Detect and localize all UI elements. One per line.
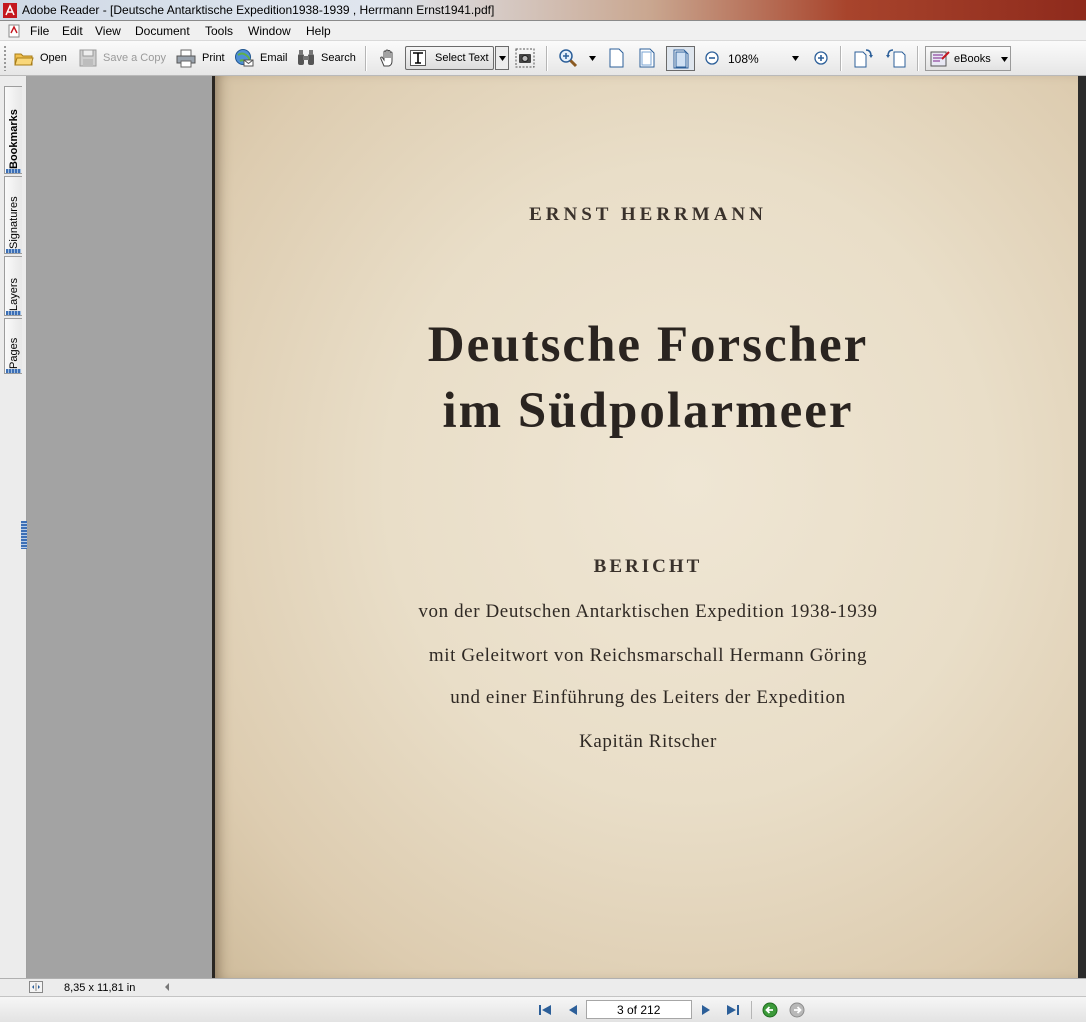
rotate-clockwise-icon[interactable] (853, 48, 873, 68)
text-cursor-icon (410, 50, 426, 66)
document-view[interactable]: ERNST HERRMANN Deutsche Forscher im Südp… (27, 76, 1086, 978)
tab-signatures-label: Signatures (8, 196, 20, 249)
print-button[interactable]: Print (202, 52, 225, 64)
page-navigation-bar: 3 of 212 (0, 996, 1086, 1022)
menu-file[interactable]: File (30, 24, 49, 38)
chevron-down-icon[interactable] (792, 56, 799, 61)
toolbar: Open Save a Copy Print Email Search Sele… (0, 41, 1086, 76)
window-title: Adobe Reader - [Deutsche Antarktische Ex… (22, 3, 495, 17)
tab-grip (6, 311, 21, 315)
book-author: ERNST HERRMANN (529, 204, 767, 225)
menu-bar: File Edit View Document Tools Window Hel… (0, 21, 1086, 41)
fit-width-button[interactable] (666, 46, 695, 71)
book-title-line-2: im Südpolarmeer (442, 383, 854, 439)
chevron-down-icon (499, 56, 506, 61)
tab-bookmarks-label: Bookmarks (8, 109, 20, 169)
hand-tool-icon[interactable] (378, 48, 398, 68)
page-indicator: 3 of 212 (617, 1003, 661, 1017)
tab-pages[interactable]: Pages (4, 318, 22, 374)
zoom-value: 108% (728, 52, 759, 66)
zoom-out-icon[interactable] (702, 48, 722, 68)
snapshot-camera-icon[interactable] (515, 48, 535, 68)
fit-width-icon (673, 49, 689, 69)
open-button[interactable]: Open (40, 52, 67, 64)
actual-size-page-icon[interactable] (606, 48, 626, 68)
zoom-tool-dropdown-icon[interactable] (589, 56, 596, 61)
menu-edit[interactable]: Edit (62, 24, 83, 38)
tab-grip (6, 249, 21, 253)
zoom-in-icon[interactable] (811, 48, 831, 68)
toolbar-grip[interactable] (4, 46, 6, 71)
email-button[interactable]: Email (260, 52, 288, 64)
select-text-dropdown[interactable] (495, 46, 509, 70)
binoculars-icon[interactable] (296, 48, 316, 68)
tab-signatures[interactable]: Signatures (4, 176, 22, 254)
tab-grip (6, 169, 21, 173)
ebooks-label: eBooks (954, 53, 991, 65)
status-bar: 8,35 x 11,81 in (0, 978, 1086, 996)
page-size-readout: 8,35 x 11,81 in (64, 982, 136, 994)
pdf-page: ERNST HERRMANN Deutsche Forscher im Südp… (212, 76, 1078, 978)
toolbar-separator (365, 46, 367, 71)
zoom-in-magnifier-icon[interactable] (558, 48, 578, 68)
go-forward-icon (789, 1002, 805, 1018)
menu-help[interactable]: Help (306, 24, 331, 38)
open-folder-icon[interactable] (14, 48, 34, 68)
tab-bookmarks[interactable]: Bookmarks (4, 86, 22, 174)
navigation-pane-toggle-icon[interactable] (29, 981, 43, 993)
report-heading: BERICHT (593, 556, 703, 577)
select-text-button[interactable]: Select Text (405, 46, 494, 70)
rotate-counterclockwise-icon[interactable] (886, 48, 906, 68)
save-disk-icon (79, 49, 97, 67)
toolbar-separator (546, 46, 548, 71)
book-title-line-1: Deutsche Forscher (427, 317, 869, 373)
page-shadow-edge (1078, 76, 1086, 978)
tab-layers[interactable]: Layers (4, 256, 22, 316)
page-number-field[interactable]: 3 of 212 (586, 1000, 692, 1019)
select-text-label: Select Text (435, 52, 489, 64)
save-a-copy-button[interactable]: Save a Copy (103, 52, 166, 64)
toolbar-separator (917, 46, 919, 71)
printer-icon[interactable] (176, 48, 196, 68)
toolbar-separator (840, 46, 842, 71)
search-button[interactable]: Search (321, 52, 356, 64)
next-page-icon[interactable] (698, 1002, 714, 1018)
adobe-reader-icon (3, 3, 17, 18)
subtitle-line-2: mit Geleitwort von Reichsmarschall Herma… (428, 645, 868, 666)
first-page-icon[interactable] (537, 1002, 553, 1018)
ebook-icon (930, 51, 950, 67)
previous-page-icon[interactable] (565, 1002, 581, 1018)
tab-grip (6, 369, 21, 373)
last-page-icon[interactable] (725, 1002, 741, 1018)
subtitle-line-1: von der Deutschen Antarktischen Expediti… (418, 601, 878, 622)
scroll-left-arrow-icon[interactable] (163, 982, 171, 992)
chevron-down-icon (1001, 57, 1008, 62)
subtitle-line-3: und einer Einführung des Leiters der Exp… (450, 687, 846, 708)
nav-separator (751, 1001, 752, 1019)
ebooks-button[interactable]: eBooks (925, 46, 1011, 71)
menu-window[interactable]: Window (248, 24, 291, 38)
zoom-level-field[interactable]: 108% (726, 51, 806, 67)
go-back-icon[interactable] (762, 1002, 778, 1018)
menu-document[interactable]: Document (135, 24, 190, 38)
email-globe-icon[interactable] (234, 48, 254, 68)
menu-tools[interactable]: Tools (205, 24, 233, 38)
tab-pages-label: Pages (8, 337, 20, 369)
tab-layers-label: Layers (8, 277, 20, 311)
menu-view[interactable]: View (95, 24, 121, 38)
subtitle-line-4: Kapitän Ritscher (579, 731, 717, 752)
document-icon[interactable] (7, 24, 21, 38)
fit-page-icon[interactable] (637, 48, 657, 68)
title-bar: Adobe Reader - [Deutsche Antarktische Ex… (0, 0, 1086, 21)
